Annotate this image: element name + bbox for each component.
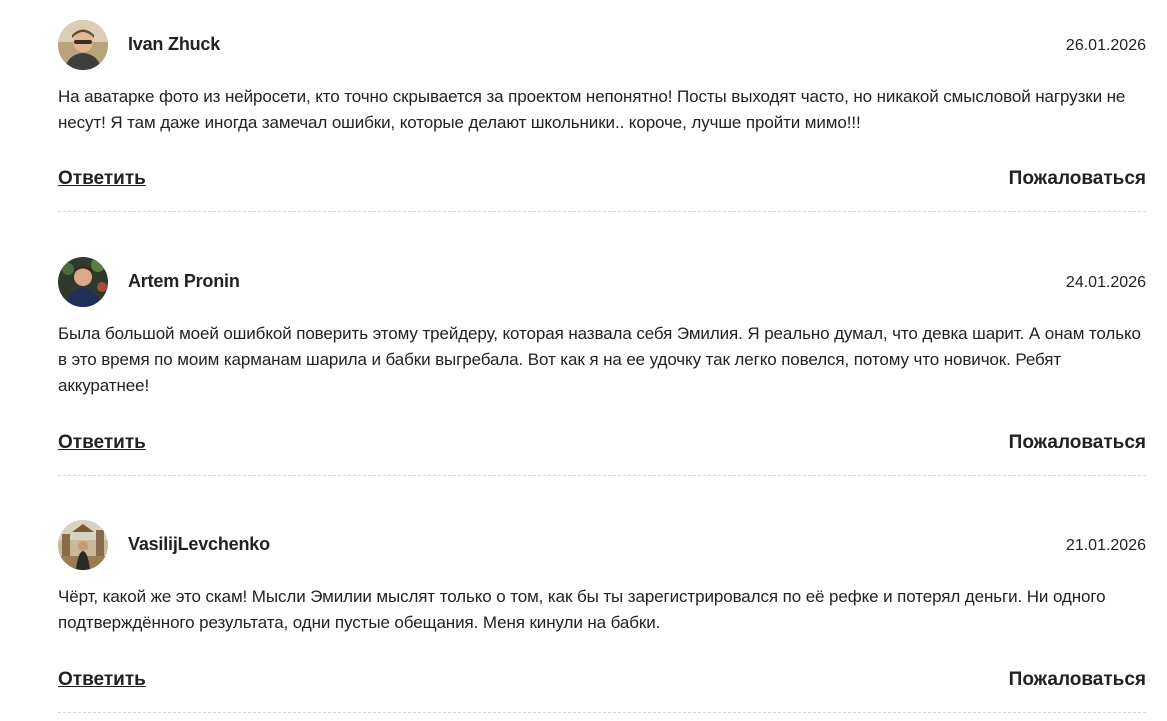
comment-text: Чёрт, какой же это скам! Мысли Эмилии мы…: [58, 587, 1106, 632]
user-photo-icon: [58, 520, 108, 570]
comment-author: VasilijLevchenko: [128, 534, 270, 554]
comment-author: Artem Pronin: [128, 271, 240, 291]
comment-actions: Ответить Пожаловаться: [58, 669, 1146, 699]
avatar: [58, 257, 108, 307]
reply-button[interactable]: Ответить: [58, 168, 146, 190]
comment-actions: Ответить Пожаловаться: [58, 432, 1146, 462]
comment-date: 26.01.2026: [1065, 37, 1146, 54]
user-photo-icon: [58, 20, 108, 70]
comment-divider: [58, 211, 1146, 212]
avatar: [58, 520, 108, 570]
comment-date: 21.01.2026: [1065, 537, 1146, 554]
report-button[interactable]: Пожаловаться: [1009, 168, 1146, 190]
reply-button[interactable]: Ответить: [58, 432, 146, 454]
comment-divider: [58, 475, 1146, 476]
user-photo-icon: [58, 257, 108, 307]
comment-item: Ivan Zhuck 26.01.2026 На аватарке фото и…: [58, 20, 1146, 212]
comment-item: VasilijLevchenko 21.01.2026 Чёрт, какой …: [58, 520, 1146, 713]
comment-divider: [58, 712, 1146, 713]
report-button[interactable]: Пожаловаться: [1009, 669, 1146, 691]
avatar: [58, 20, 108, 70]
report-button[interactable]: Пожаловаться: [1009, 432, 1146, 454]
comment-actions: Ответить Пожаловаться: [58, 168, 1146, 198]
comment-date: 24.01.2026: [1065, 274, 1146, 291]
comment-text: На аватарке фото из нейросети, кто точно…: [58, 87, 1126, 132]
comment-text: Была большой моей ошибкой поверить этому…: [58, 324, 1141, 395]
comment-author: Ivan Zhuck: [128, 34, 221, 54]
comment-header: Artem Pronin 24.01.2026: [58, 257, 1146, 307]
comment-header: Ivan Zhuck 26.01.2026: [58, 20, 1146, 70]
comment-header: VasilijLevchenko 21.01.2026: [58, 520, 1146, 570]
comment-item: Artem Pronin 24.01.2026 Была большой мое…: [58, 257, 1146, 476]
reply-button[interactable]: Ответить: [58, 669, 146, 691]
